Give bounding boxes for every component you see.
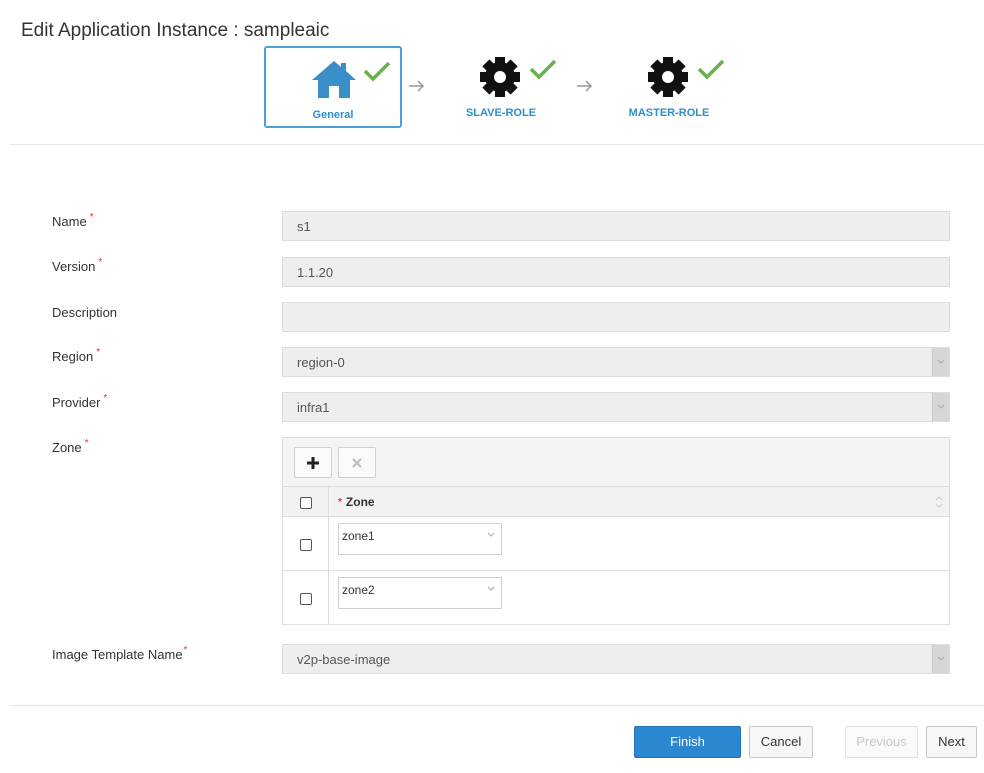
gear-icon: [480, 57, 520, 97]
image-template-select[interactable]: v2p-base-image: [282, 644, 950, 674]
check-icon: [363, 61, 391, 82]
add-zone-button[interactable]: [294, 447, 332, 478]
zone-value: zone1: [342, 529, 375, 543]
zone-select[interactable]: zone1: [338, 523, 502, 555]
gear-icon: [648, 57, 688, 97]
zone-label: Zone *: [52, 438, 89, 455]
image-template-value: v2p-base-image: [297, 652, 391, 667]
table-row: zone2: [283, 571, 949, 625]
dropdown-toggle[interactable]: [932, 645, 949, 673]
remove-zone-button[interactable]: [338, 447, 376, 478]
arrow-right-icon: [409, 80, 425, 92]
wizard-step-label: SLAVE-ROLE: [465, 107, 537, 119]
zone-select[interactable]: zone2: [338, 577, 502, 609]
wizard-step-label: MASTER-ROLE: [628, 107, 710, 119]
name-label: Name *: [52, 212, 94, 229]
provider-label: Provider *: [52, 393, 108, 410]
finish-button[interactable]: Finish: [634, 726, 741, 758]
x-icon: [352, 458, 362, 468]
zone-grid-header: * Zone: [283, 486, 949, 517]
image-template-label: Image Template Name*: [52, 645, 188, 662]
page-title: Edit Application Instance : sampleaic: [21, 20, 330, 41]
chevron-down-icon: [937, 404, 945, 409]
check-icon: [529, 59, 557, 80]
row-checkbox[interactable]: [300, 539, 312, 551]
version-label: Version *: [52, 257, 103, 274]
required-marker: *: [183, 645, 188, 656]
header-divider: [10, 144, 984, 145]
provider-select[interactable]: infra1: [282, 392, 950, 422]
wizard-step-master-role[interactable]: MASTER-ROLE: [600, 46, 738, 128]
chevron-down-icon: [487, 532, 495, 537]
required-marker: *: [103, 393, 108, 404]
check-icon: [697, 59, 725, 80]
region-select[interactable]: region-0: [282, 347, 950, 377]
plus-icon: [307, 457, 319, 469]
name-field[interactable]: s1: [282, 211, 950, 241]
dropdown-toggle[interactable]: [932, 393, 949, 421]
chevron-down-icon: [937, 359, 945, 364]
version-field[interactable]: 1.1.20: [282, 257, 950, 287]
sort-icon[interactable]: [935, 495, 943, 509]
required-marker: *: [96, 347, 101, 358]
required-marker: *: [89, 212, 94, 223]
previous-button[interactable]: Previous: [845, 726, 918, 758]
table-row: zone1: [283, 517, 949, 571]
next-button[interactable]: Next: [926, 726, 977, 758]
zone-grid: * Zone zone1 zone2: [282, 437, 950, 625]
description-label: Description: [52, 305, 118, 320]
zone-value: zone2: [342, 583, 375, 597]
description-field[interactable]: [282, 302, 950, 332]
chevron-down-icon: [487, 586, 495, 591]
wizard-step-label: General: [312, 109, 354, 121]
home-icon: [312, 61, 356, 98]
chevron-down-icon: [937, 656, 945, 661]
dropdown-toggle[interactable]: [932, 348, 949, 376]
provider-value: infra1: [297, 400, 330, 415]
region-value: region-0: [297, 355, 345, 370]
arrow-right-icon: [577, 80, 593, 92]
region-label: Region *: [52, 347, 101, 364]
select-all-checkbox[interactable]: [300, 497, 312, 509]
zone-column-header[interactable]: * Zone: [338, 495, 375, 509]
required-marker: *: [84, 438, 89, 449]
cancel-button[interactable]: Cancel: [749, 726, 813, 758]
required-marker: *: [98, 257, 103, 268]
wizard-step-general[interactable]: General: [264, 46, 402, 128]
footer-divider: [10, 705, 984, 706]
row-checkbox[interactable]: [300, 593, 312, 605]
wizard-step-slave-role[interactable]: SLAVE-ROLE: [432, 46, 570, 128]
